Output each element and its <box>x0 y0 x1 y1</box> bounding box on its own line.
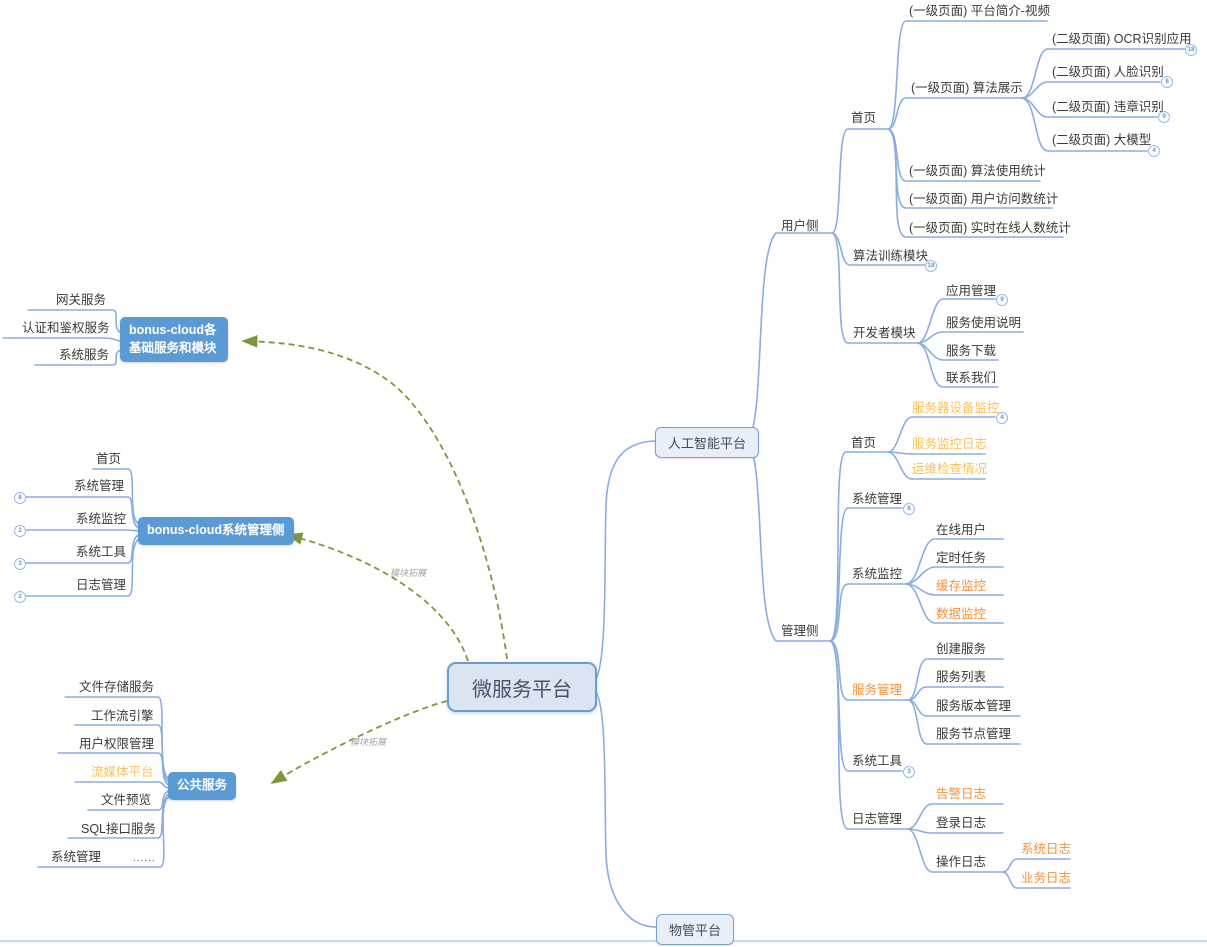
node-service-node-mgmt[interactable]: 服务节点管理 <box>936 727 1011 741</box>
node-ops-check[interactable]: 运维检查情况 <box>912 462 987 476</box>
node-page-algo-stats[interactable]: (一级页面) 算法使用统计 <box>909 164 1046 178</box>
node-bc-log-mgmt[interactable]: 日志管理 <box>76 578 126 592</box>
badge-bigmodel-count[interactable]: 4 <box>1148 145 1160 157</box>
connector-line <box>830 641 908 829</box>
connector-line <box>3 338 121 341</box>
badge-mgmt-sys-mgmt-count[interactable]: 8 <box>903 503 915 515</box>
node-service-monitor-log[interactable]: 服务监控日志 <box>912 437 987 451</box>
node-mgmt-side[interactable]: 管理侧 <box>781 624 819 638</box>
node-algo-training[interactable]: 算法训练模块 <box>853 249 928 263</box>
connector-line <box>888 21 1047 129</box>
node-bc-sys-tools[interactable]: 系统工具 <box>76 545 126 559</box>
node-streaming-platform[interactable]: 流媒体平台 <box>91 765 154 779</box>
topic-bonus-admin-side[interactable]: bonus-cloud系统管理侧 <box>138 517 294 545</box>
badge-ocr-count[interactable]: 18 <box>1185 44 1197 56</box>
node-bc-sys-mgmt[interactable]: 系统管理 <box>74 479 124 493</box>
node-alert-log[interactable]: 告警日志 <box>936 787 986 801</box>
node-service-version-mgmt[interactable]: 服务版本管理 <box>936 699 1011 713</box>
connector-line <box>830 584 906 641</box>
node-file-preview[interactable]: 文件预览 <box>101 793 151 807</box>
connector-line <box>593 441 655 684</box>
node-create-service[interactable]: 创建服务 <box>936 642 986 656</box>
relation-label-module-expand: 模块拓展 <box>350 735 386 748</box>
node-user-home[interactable]: 首页 <box>851 111 876 125</box>
node-online-users[interactable]: 在线用户 <box>936 523 986 537</box>
connector-line <box>593 688 656 927</box>
node-more-ellipsis[interactable]: ...... <box>133 853 156 865</box>
node-contact-us[interactable]: 联系我们 <box>946 371 996 385</box>
topic-bonus-base-modules[interactable]: bonus-cloud各基础服务和模块 <box>120 317 228 362</box>
node-system-log[interactable]: 系统日志 <box>1021 842 1071 856</box>
node-gateway-service[interactable]: 网关服务 <box>56 293 106 307</box>
badge-bc-log-mgmt-count[interactable]: 2 <box>14 591 26 603</box>
green-relation-arrows <box>243 341 507 783</box>
node-sys-tools[interactable]: 系统工具 <box>852 754 902 768</box>
relation-label-module-expand: 模块拓展 <box>390 566 426 579</box>
node-ps-sys-mgmt[interactable]: 系统管理 <box>51 850 101 864</box>
node-data-monitor[interactable]: 数据监控 <box>936 607 986 621</box>
badge-app-mgmt-count[interactable]: 9 <box>996 294 1008 306</box>
badge-face-count[interactable]: 8 <box>1161 76 1173 88</box>
node-app-mgmt[interactable]: 应用管理 <box>946 284 996 298</box>
node-file-storage[interactable]: 文件存储服务 <box>79 680 154 694</box>
node-login-log[interactable]: 登录日志 <box>936 816 986 830</box>
relation-arrow <box>288 535 468 661</box>
node-log-mgmt[interactable]: 日志管理 <box>852 812 902 826</box>
badge-bc-sys-tools-count[interactable]: 3 <box>14 558 26 570</box>
badge-bc-sys-mgmt-count[interactable]: 8 <box>14 492 26 504</box>
connector-layer <box>0 0 1207 947</box>
badge-violation-count[interactable]: 9 <box>1158 111 1170 123</box>
relation-arrow <box>243 341 507 659</box>
central-topic[interactable]: 微服务平台 <box>447 662 597 712</box>
connector-line <box>75 782 169 788</box>
badge-bc-sys-monitor-count[interactable]: 2 <box>14 525 26 537</box>
node-server-device-monitor[interactable]: 服务器设备监控 <box>912 401 1000 415</box>
topic-public-services[interactable]: 公共服务 <box>168 772 236 800</box>
node-service-mgmt[interactable]: 服务管理 <box>852 683 902 697</box>
node-sql-api-service[interactable]: SQL接口服务 <box>81 822 156 836</box>
node-service-usage-doc[interactable]: 服务使用说明 <box>946 316 1021 330</box>
node-page-algo-show[interactable]: (一级页面) 算法展示 <box>911 81 1023 95</box>
topic-property-platform[interactable]: 物管平台 <box>656 914 734 945</box>
topic-ai-platform[interactable]: 人工智能平台 <box>655 427 759 458</box>
node-service-list[interactable]: 服务列表 <box>936 670 986 684</box>
node-page-visit-stats[interactable]: (一级页面) 用户访问数统计 <box>909 192 1058 206</box>
connector-line <box>746 442 830 641</box>
node-mgmt-home[interactable]: 首页 <box>851 436 876 450</box>
node-service-download[interactable]: 服务下载 <box>946 344 996 358</box>
node-bc-home[interactable]: 首页 <box>96 452 121 466</box>
node-cache-monitor[interactable]: 缓存监控 <box>936 579 986 593</box>
node-timed-tasks[interactable]: 定时任务 <box>936 551 986 565</box>
node-system-service[interactable]: 系统服务 <box>59 348 109 362</box>
node-auth-service[interactable]: 认证和鉴权服务 <box>22 321 110 335</box>
connector-line <box>888 98 1022 129</box>
badge-sys-tools-count[interactable]: 3 <box>903 766 915 778</box>
badge-training-count[interactable]: 18 <box>925 260 937 272</box>
connector-line <box>746 233 832 440</box>
node-operation-log[interactable]: 操作日志 <box>936 855 986 869</box>
node-user-side[interactable]: 用户侧 <box>781 219 819 233</box>
connector-line <box>26 530 139 531</box>
connector-line <box>830 641 902 771</box>
node-mgmt-sys-mgmt[interactable]: 系统管理 <box>852 492 902 506</box>
connector-line <box>918 332 1023 343</box>
badge-device-monitor-count[interactable]: 4 <box>996 412 1008 424</box>
node-page-online-stats[interactable]: (一级页面) 实时在线人数统计 <box>909 221 1071 235</box>
node-page-bigmodel[interactable]: (二级页面) 大模型 <box>1052 133 1151 147</box>
node-workflow-engine[interactable]: 工作流引擎 <box>91 709 154 723</box>
connector-line <box>1022 82 1160 98</box>
node-business-log[interactable]: 业务日志 <box>1021 871 1071 885</box>
node-page-violation[interactable]: (二级页面) 违章识别 <box>1052 100 1164 114</box>
node-page-ocr[interactable]: (二级页面) OCR识别应用 <box>1052 32 1192 46</box>
node-page-face[interactable]: (二级页面) 人脸识别 <box>1052 65 1164 79</box>
connector-line <box>888 452 985 454</box>
node-mgmt-sys-monitor[interactable]: 系统监控 <box>852 567 902 581</box>
node-page-intro-video[interactable]: (一级页面) 平台简介-视频 <box>909 4 1050 18</box>
mindmap-canvas: 微服务平台 人工智能平台 物管平台 用户侧 首页 (一级页面) 平台简介-视频 … <box>0 0 1207 947</box>
node-bc-sys-monitor[interactable]: 系统监控 <box>76 512 126 526</box>
node-developer-module[interactable]: 开发者模块 <box>853 326 916 340</box>
node-user-permission[interactable]: 用户权限管理 <box>79 737 154 751</box>
connector-line <box>832 129 888 233</box>
